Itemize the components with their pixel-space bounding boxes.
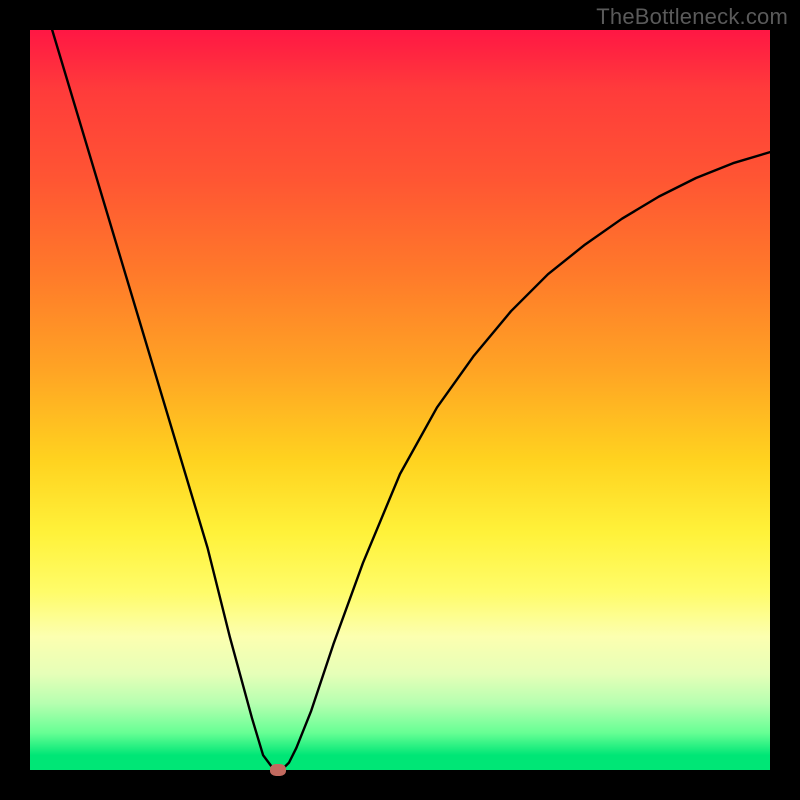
curve-svg [30, 30, 770, 770]
bottleneck-curve [30, 30, 770, 770]
watermark-text: TheBottleneck.com [596, 4, 788, 30]
optimum-marker [270, 764, 286, 776]
plot-area [30, 30, 770, 770]
chart-frame: TheBottleneck.com [0, 0, 800, 800]
